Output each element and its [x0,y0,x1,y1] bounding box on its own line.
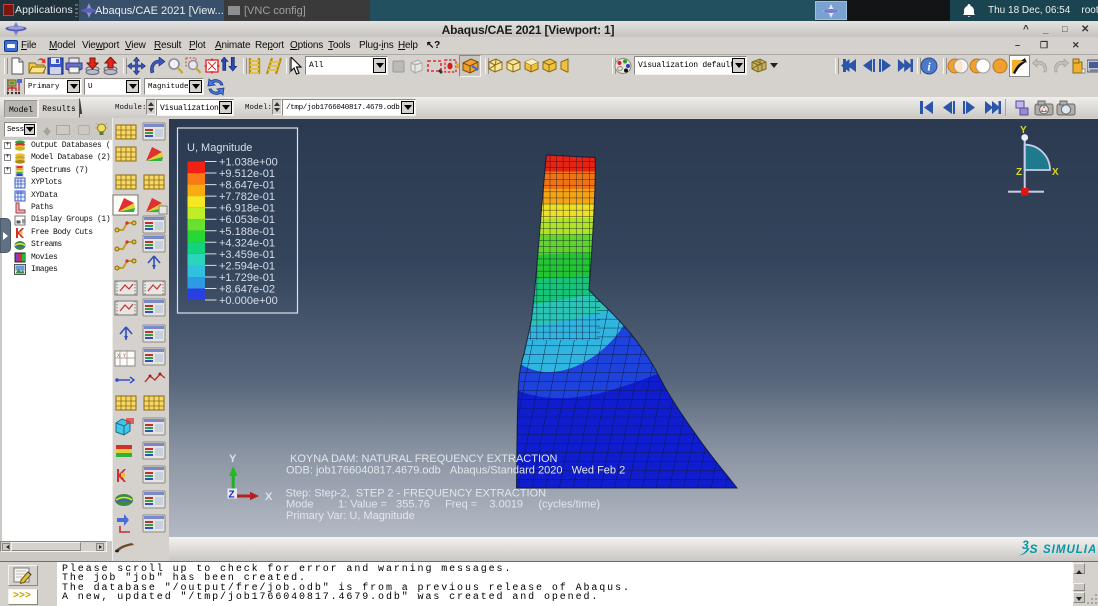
svg-text:+7.782e-01: +7.782e-01 [219,191,275,203]
svg-text:KOYNA DAM: NATURAL FREQUENCY E: KOYNA DAM: NATURAL FREQUENCY EXTRACTION [290,453,558,465]
svg-text:X: X [265,491,273,503]
svg-text:Y: Y [229,453,237,465]
svg-text:+3.459e-01: +3.459e-01 [219,249,275,261]
svg-text:+9.512e-01: +9.512e-01 [219,168,275,180]
svg-text:+8.647e-02: +8.647e-02 [219,284,275,296]
svg-text:+0.000e+00: +0.000e+00 [219,295,278,307]
svg-text:Y: Y [1020,125,1027,136]
svg-text:+8.647e-01: +8.647e-01 [219,180,275,192]
svg-text:X: X [1052,167,1059,178]
svg-text:S: S [1030,542,1038,556]
svg-text:+6.053e-01: +6.053e-01 [219,214,275,226]
svg-text:+6.918e-01: +6.918e-01 [219,203,275,215]
svg-text:+1.038e+00: +1.038e+00 [219,157,278,169]
svg-text:+5.188e-01: +5.188e-01 [219,226,275,238]
svg-text:SIMULIA: SIMULIA [1043,544,1095,556]
svg-text:Z: Z [1016,167,1022,178]
svg-text:Mode 1: Value = 355.7: Mode 1: Value = 355.76 Freq = 3.0019 (cy… [286,499,600,511]
svg-text:+1.729e-01: +1.729e-01 [219,272,275,284]
svg-text:ODB: job1766040817.4679.odb: ODB: job1766040817.4679.odb Abaqus/Stand… [286,465,625,477]
svg-text:+2.594e-01: +2.594e-01 [219,260,275,272]
svg-text:Z: Z [229,490,235,501]
svg-text:U, Magnitude: U, Magnitude [187,142,252,154]
svg-text:Primary Var: U, Magnitude: Primary Var: U, Magnitude [286,510,415,522]
svg-text:+4.324e-01: +4.324e-01 [219,237,275,249]
